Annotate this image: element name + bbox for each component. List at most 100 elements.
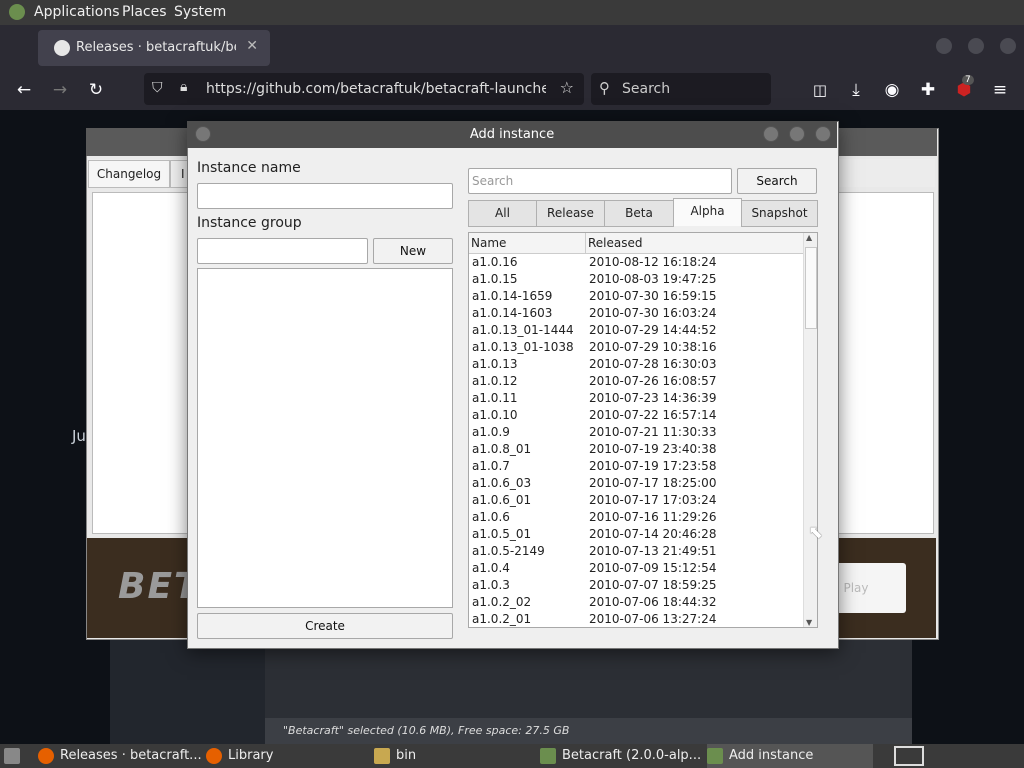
dialog-maximize-icon[interactable]	[789, 126, 805, 142]
account-icon[interactable]: ◉	[880, 78, 904, 102]
browser-search-bar[interactable]: ⚲ Search	[591, 73, 771, 105]
version-name-cell: a1.0.13_01-1038	[472, 340, 574, 354]
released-date-cell: 2010-07-19 23:40:38	[589, 442, 717, 456]
download-icon[interactable]: ⤓	[844, 78, 868, 102]
table-row[interactable]: a1.0.6 2010-07-16 11:29:26	[469, 509, 803, 526]
table-row[interactable]: a1.0.10 2010-07-22 16:57:14	[469, 407, 803, 424]
released-date-cell: 2010-07-06 18:44:32	[589, 595, 717, 609]
table-row[interactable]: a1.0.14-1603 2010-07-30 16:03:24	[469, 305, 803, 322]
minimize-icon[interactable]	[936, 38, 952, 54]
version-name-cell: a1.0.13_01-1444	[472, 323, 574, 337]
version-name-cell: a1.0.2_02	[472, 595, 532, 609]
version-name-cell: a1.0.3	[472, 578, 510, 592]
released-date-cell: 2010-07-17 18:25:00	[589, 476, 717, 490]
url-text[interactable]: https://github.com/betacraftuk/betacraft…	[206, 81, 546, 97]
version-name-cell: a1.0.14-1659	[472, 289, 553, 303]
instance-name-input[interactable]	[197, 183, 453, 209]
table-row[interactable]: a1.0.11 2010-07-23 14:36:39	[469, 390, 803, 407]
tab-release[interactable]: Release	[536, 200, 605, 227]
table-scrollbar[interactable]: ▲ ▼	[803, 233, 817, 627]
lock-icon[interactable]: 🔒︎	[180, 79, 187, 95]
new-group-button[interactable]: New	[373, 238, 453, 264]
menu-places[interactable]: Places	[122, 4, 167, 20]
create-button[interactable]: Create	[197, 613, 453, 639]
task-item-betacraft[interactable]: Betacraft (2.0.0-alp...	[540, 744, 701, 768]
url-bar[interactable]: ⛉ 🔒︎ https://github.com/betacraftuk/beta…	[144, 73, 584, 105]
menu-system[interactable]: System	[174, 4, 226, 20]
table-row[interactable]: a1.0.5_01 2010-07-14 20:46:28	[469, 526, 803, 543]
status-text: "Betacraft" selected (10.6 MB), Free spa…	[283, 724, 570, 737]
dialog-menu-icon[interactable]	[195, 126, 211, 142]
scroll-thumb[interactable]	[805, 247, 817, 329]
table-row[interactable]: a1.0.13 2010-07-28 16:30:03	[469, 356, 803, 373]
released-date-cell: 2010-07-09 15:12:54	[589, 561, 717, 575]
mouse-cursor-icon: ⬉	[808, 522, 824, 543]
pocket-icon[interactable]: ◫	[808, 78, 832, 102]
scroll-up-icon[interactable]: ▲	[806, 233, 812, 242]
column-released-header[interactable]: Released	[588, 236, 643, 250]
instance-group-list[interactable]	[197, 268, 453, 608]
released-date-cell: 2010-07-21 11:30:33	[589, 425, 717, 439]
table-row[interactable]: a1.0.4 2010-07-09 15:12:54	[469, 560, 803, 577]
table-row[interactable]: a1.0.5-2149 2010-07-13 21:49:51	[469, 543, 803, 560]
task-item-bin[interactable]: bin	[374, 744, 534, 768]
menu-icon[interactable]: ≡	[988, 78, 1012, 102]
task-label: Library	[228, 748, 274, 763]
browser-search-placeholder[interactable]: Search	[622, 81, 670, 97]
released-date-cell: 2010-07-29 10:38:16	[589, 340, 717, 354]
tab-close-icon[interactable]: ✕	[246, 38, 258, 54]
bookmark-star-icon[interactable]: ☆	[560, 78, 574, 97]
column-divider[interactable]	[585, 233, 586, 253]
close-window-icon[interactable]	[1000, 38, 1016, 54]
table-row[interactable]: a1.0.6_01 2010-07-17 17:03:24	[469, 492, 803, 509]
table-row[interactable]: a1.0.2_01 2010-07-06 13:27:24	[469, 611, 803, 627]
back-icon[interactable]: ←	[12, 78, 36, 102]
version-name-cell: a1.0.9	[472, 425, 510, 439]
version-name-cell: a1.0.6_01	[472, 493, 532, 507]
distro-logo-icon[interactable]	[9, 4, 25, 20]
table-row[interactable]: a1.0.16 2010-08-12 16:18:24	[469, 254, 803, 271]
instance-group-label: Instance group	[197, 215, 302, 231]
version-name-cell: a1.0.8_01	[472, 442, 532, 456]
task-item-library[interactable]: Library	[206, 744, 366, 768]
shield-icon[interactable]: ⛉	[152, 80, 163, 96]
table-row[interactable]: a1.0.8_01 2010-07-19 23:40:38	[469, 441, 803, 458]
column-name-header[interactable]: Name	[471, 236, 506, 250]
version-table: Name Released a1.0.16 2010-08-12 16:18:24…	[468, 232, 818, 628]
reload-icon[interactable]: ↻	[84, 78, 108, 102]
table-row[interactable]: a1.0.3 2010-07-07 18:59:25	[469, 577, 803, 594]
tab-all[interactable]: All	[468, 200, 537, 227]
background-status-bar: "Betacraft" selected (10.6 MB), Free spa…	[265, 718, 912, 744]
scroll-down-icon[interactable]: ▼	[806, 618, 812, 627]
forward-icon[interactable]: →	[48, 78, 72, 102]
search-button[interactable]: Search	[737, 168, 817, 194]
table-row[interactable]: a1.0.9 2010-07-21 11:30:33	[469, 424, 803, 441]
tab-beta[interactable]: Beta	[604, 200, 674, 227]
table-row[interactable]: a1.0.12 2010-07-26 16:08:57	[469, 373, 803, 390]
dialog-minimize-icon[interactable]	[763, 126, 779, 142]
table-row[interactable]: a1.0.14-1659 2010-07-30 16:59:15	[469, 288, 803, 305]
version-search-input[interactable]: Search	[468, 168, 732, 194]
extension-badge: 7	[962, 75, 974, 85]
table-row[interactable]: a1.0.7 2010-07-19 17:23:58	[469, 458, 803, 475]
menu-applications[interactable]: Applications	[34, 4, 120, 20]
table-row[interactable]: a1.0.15 2010-08-03 19:47:25	[469, 271, 803, 288]
maximize-icon[interactable]	[968, 38, 984, 54]
table-row[interactable]: a1.0.6_03 2010-07-17 18:25:00	[469, 475, 803, 492]
instance-group-input[interactable]	[197, 238, 368, 264]
released-date-cell: 2010-07-07 18:59:25	[589, 578, 717, 592]
task-item-add-instance[interactable]: Add instance	[707, 744, 873, 768]
tab-snapshot[interactable]: Snapshot	[741, 200, 818, 227]
table-row[interactable]: a1.0.13_01-1444 2010-07-29 14:44:52	[469, 322, 803, 339]
extensions-icon[interactable]: ✚	[916, 78, 940, 102]
tab-alpha[interactable]: Alpha	[673, 198, 742, 226]
dialog-close-icon[interactable]	[815, 126, 831, 142]
table-row[interactable]: a1.0.13_01-1038 2010-07-29 10:38:16	[469, 339, 803, 356]
tab-changelog[interactable]: Changelog	[88, 160, 170, 188]
browser-tab[interactable]: Releases · betacraftuk/beta ✕	[38, 30, 270, 66]
workspace-switcher[interactable]	[894, 744, 924, 768]
show-desktop-icon[interactable]	[4, 744, 26, 768]
table-row[interactable]: a1.0.2_02 2010-07-06 18:44:32	[469, 594, 803, 611]
window-controls	[936, 38, 1016, 54]
task-item-firefox-releases[interactable]: Releases · betacraft...	[38, 744, 202, 768]
